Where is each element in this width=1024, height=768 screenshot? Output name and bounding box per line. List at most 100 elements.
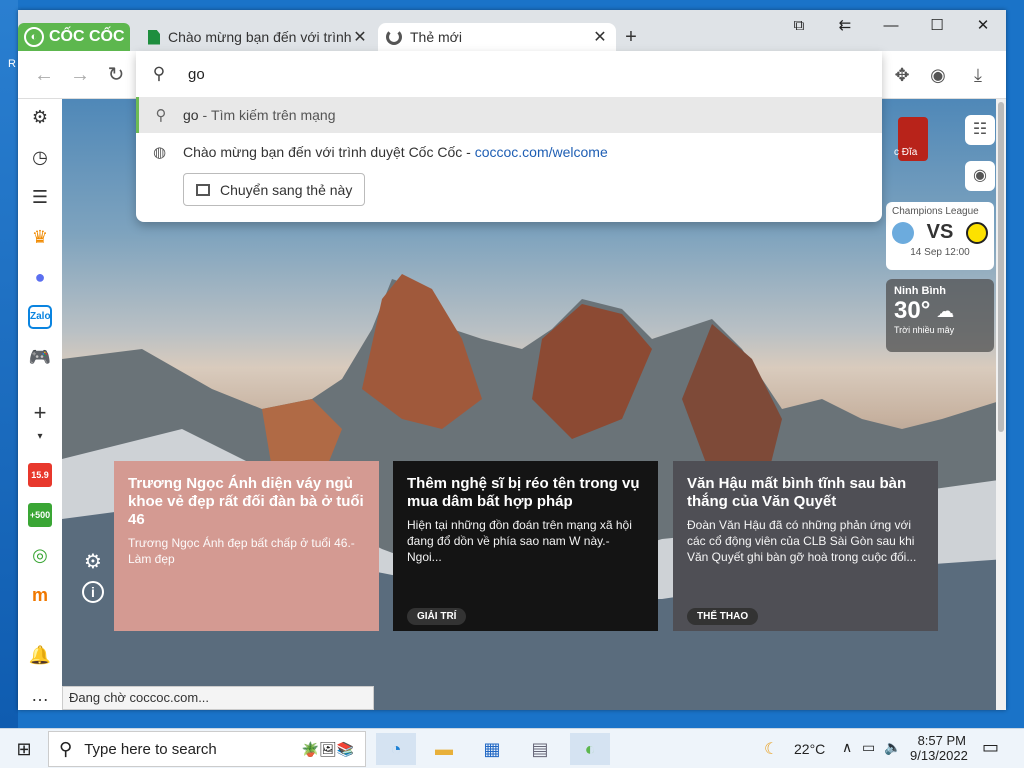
suggestion-text: go bbox=[183, 107, 199, 123]
bell-icon[interactable]: 🔔 bbox=[28, 643, 52, 667]
tab-label: Thẻ mới bbox=[410, 29, 462, 45]
history-icon[interactable]: ◷ bbox=[28, 145, 52, 169]
notification-icon[interactable]: ▭ bbox=[982, 737, 999, 758]
news-title: Văn Hậu mất bình tĩnh sau bàn thắng của … bbox=[687, 475, 907, 510]
coccoc-logo-icon: ◐ bbox=[24, 27, 44, 47]
scroll-thumb[interactable] bbox=[998, 102, 1004, 432]
switch-tab-label: Chuyển sang thẻ này bbox=[220, 181, 353, 198]
team-away-logo-icon bbox=[966, 221, 988, 244]
search-highlight-icon: 🪴🖼📚 bbox=[301, 740, 355, 757]
shopping-icon[interactable]: m bbox=[28, 583, 52, 607]
news-card[interactable]: Trương Ngọc Ánh diện váy ngủ khoe vẻ đẹp… bbox=[114, 461, 379, 631]
loading-icon bbox=[386, 29, 402, 45]
switch-to-tab-button[interactable]: Chuyển sang thẻ này bbox=[183, 173, 365, 206]
crown-icon[interactable]: ♛ bbox=[28, 225, 52, 249]
suggestion-hint: Tìm kiếm trên mạng bbox=[211, 107, 336, 123]
forward-button[interactable]: → bbox=[68, 63, 92, 87]
file-explorer-icon[interactable]: ▬ bbox=[426, 733, 462, 765]
download-icon[interactable]: ⤓ bbox=[966, 63, 990, 87]
tab-new[interactable]: Thẻ mới ✕ bbox=[378, 23, 616, 51]
store-icon[interactable]: ▦ bbox=[474, 733, 510, 765]
weather-temp: 30° bbox=[894, 297, 931, 324]
tray-time: 8:57 PM bbox=[917, 733, 966, 748]
search-icon: ⚲ bbox=[155, 107, 167, 124]
app-icon[interactable]: ▤ bbox=[522, 733, 558, 765]
news-settings-icon[interactable]: ⚙ bbox=[82, 551, 104, 573]
screenshot-icon[interactable]: ⧉ bbox=[784, 14, 814, 38]
search-icon: ⚲ bbox=[152, 64, 166, 83]
suggestion-separator: - bbox=[198, 107, 212, 123]
add-icon[interactable]: + bbox=[28, 401, 52, 425]
more-icon[interactable]: … bbox=[28, 683, 52, 707]
cloud-icon: ☁ bbox=[936, 300, 955, 321]
tray-date: 9/13/2022 bbox=[910, 748, 968, 763]
suggestion-text: Chào mừng bạn đến với trình duyệt Cốc Cố… bbox=[183, 144, 463, 160]
weather-moon-icon: ☾ bbox=[764, 741, 779, 758]
coccoc-map-icon[interactable]: ◎ bbox=[28, 543, 52, 567]
tray-weather[interactable]: 22°C bbox=[794, 741, 825, 757]
edge-icon[interactable]: ◔ bbox=[376, 733, 416, 765]
reload-button[interactable]: ↻ bbox=[104, 63, 128, 87]
taskbar: ⊞ ⚲ Type here to search 🪴🖼📚 ◔ ▬ ▦ ▤ ◐ ☾ … bbox=[0, 728, 1024, 768]
settings-icon[interactable]: ⚙ bbox=[28, 105, 52, 129]
profile-icon[interactable]: ◉ bbox=[926, 63, 950, 87]
minimize-button[interactable]: — bbox=[876, 14, 906, 38]
news-category-badge: GIẢI TRÍ bbox=[407, 608, 467, 625]
match-datetime: 14 Sep 12:00 bbox=[910, 247, 970, 258]
news-title: Trương Ngọc Ánh diện váy ngủ khoe vẻ đẹp… bbox=[128, 475, 364, 528]
weather-condition: Trời nhiều mây bbox=[894, 325, 955, 335]
doc-icon bbox=[148, 29, 160, 45]
search-icon: ⚲ bbox=[59, 738, 73, 759]
volume-icon[interactable]: 🔈 bbox=[884, 739, 901, 756]
weather-location: Ninh Bình bbox=[894, 285, 946, 297]
globe-icon: ◍ bbox=[152, 144, 167, 161]
coccoc-logo[interactable]: ◐ CỐC CỐC bbox=[18, 23, 130, 51]
game-icon[interactable]: 🎮 bbox=[28, 345, 52, 369]
chevron-up-icon[interactable]: ∧ bbox=[842, 739, 852, 756]
omnibox[interactable]: ⚲ bbox=[136, 51, 882, 97]
desktop-background bbox=[0, 0, 18, 728]
notes-icon[interactable]: ☰ bbox=[28, 185, 52, 209]
back-button[interactable]: ← bbox=[32, 63, 56, 87]
suggestion-open-tab[interactable]: ◍ Chào mừng bạn đến với trình duyệt Cốc … bbox=[136, 137, 882, 167]
account-icon[interactable]: ◉ bbox=[965, 161, 995, 191]
info-icon[interactable]: i bbox=[82, 581, 104, 603]
browser-window: ◐ CỐC CỐC Chào mừng bạn đến với trình ✕ … bbox=[18, 10, 1006, 710]
league-label: Champions League bbox=[892, 206, 979, 217]
news-desc: Đoàn Văn Hậu đã có những phản ứng với cá… bbox=[687, 518, 917, 564]
coccoc-taskbar-icon[interactable]: ◐ bbox=[570, 733, 610, 765]
zalo-icon[interactable]: Zalo bbox=[28, 305, 52, 329]
customize-icon[interactable]: ☷ bbox=[965, 115, 995, 145]
windows-start-icon[interactable]: ⊞ bbox=[8, 733, 40, 765]
match-widget[interactable]: Champions League VS 14 Sep 12:00 bbox=[886, 202, 994, 270]
reward-icon[interactable]: +500 bbox=[28, 503, 52, 527]
extensions-icon[interactable]: ✥ bbox=[890, 63, 914, 87]
scrollbar[interactable] bbox=[996, 99, 1006, 710]
omnibox-dropdown: ⚲ ⚲ go - Tìm kiếm trên mạng ◍ Chào mừng … bbox=[136, 51, 882, 222]
network-icon[interactable]: ▭ bbox=[862, 739, 875, 756]
sale-icon[interactable]: 15.9 bbox=[28, 463, 52, 487]
tab-search-icon[interactable]: ⇇ bbox=[830, 14, 860, 38]
news-card[interactable]: Thêm nghệ sĩ bị réo tên trong vụ mua dâm… bbox=[393, 461, 658, 631]
tab-label: Chào mừng bạn đến với trình bbox=[168, 29, 352, 45]
close-icon[interactable]: ✕ bbox=[352, 27, 368, 47]
clock[interactable]: 8:57 PM 9/13/2022 bbox=[910, 733, 968, 763]
suggestion-search[interactable]: ⚲ go - Tìm kiếm trên mạng bbox=[136, 97, 882, 133]
close-icon[interactable]: ✕ bbox=[592, 27, 608, 47]
taskbar-search-placeholder: Type here to search bbox=[84, 740, 217, 758]
tab-bar: ◐ CỐC CỐC Chào mừng bạn đến với trình ✕ … bbox=[18, 10, 1006, 51]
address-input[interactable] bbox=[188, 65, 788, 83]
sidebar: ⚙ ◷ ☰ ♛ ● Zalo 🎮 + ▾ 15.9 +500 ◎ m 🔔 … bbox=[18, 99, 62, 710]
tab-welcome[interactable]: Chào mừng bạn đến với trình ✕ bbox=[140, 23, 376, 51]
weather-widget[interactable]: Ninh Bình 30° ☁ Trời nhiều mây bbox=[886, 279, 994, 352]
suggestion-separator: - bbox=[462, 144, 475, 160]
new-tab-button[interactable]: + bbox=[620, 26, 642, 48]
messenger-icon[interactable]: ● bbox=[28, 265, 52, 289]
news-card[interactable]: Văn Hậu mất bình tĩnh sau bàn thắng của … bbox=[673, 461, 938, 631]
maximize-button[interactable]: ☐ bbox=[922, 14, 952, 38]
chevron-down-icon[interactable]: ▾ bbox=[28, 425, 52, 449]
tab-switch-icon bbox=[196, 183, 210, 196]
status-bar: Đang chờ coccoc.com... bbox=[62, 686, 374, 710]
brand-label: CỐC CỐC bbox=[49, 28, 125, 45]
close-window-button[interactable]: ✕ bbox=[968, 14, 998, 38]
